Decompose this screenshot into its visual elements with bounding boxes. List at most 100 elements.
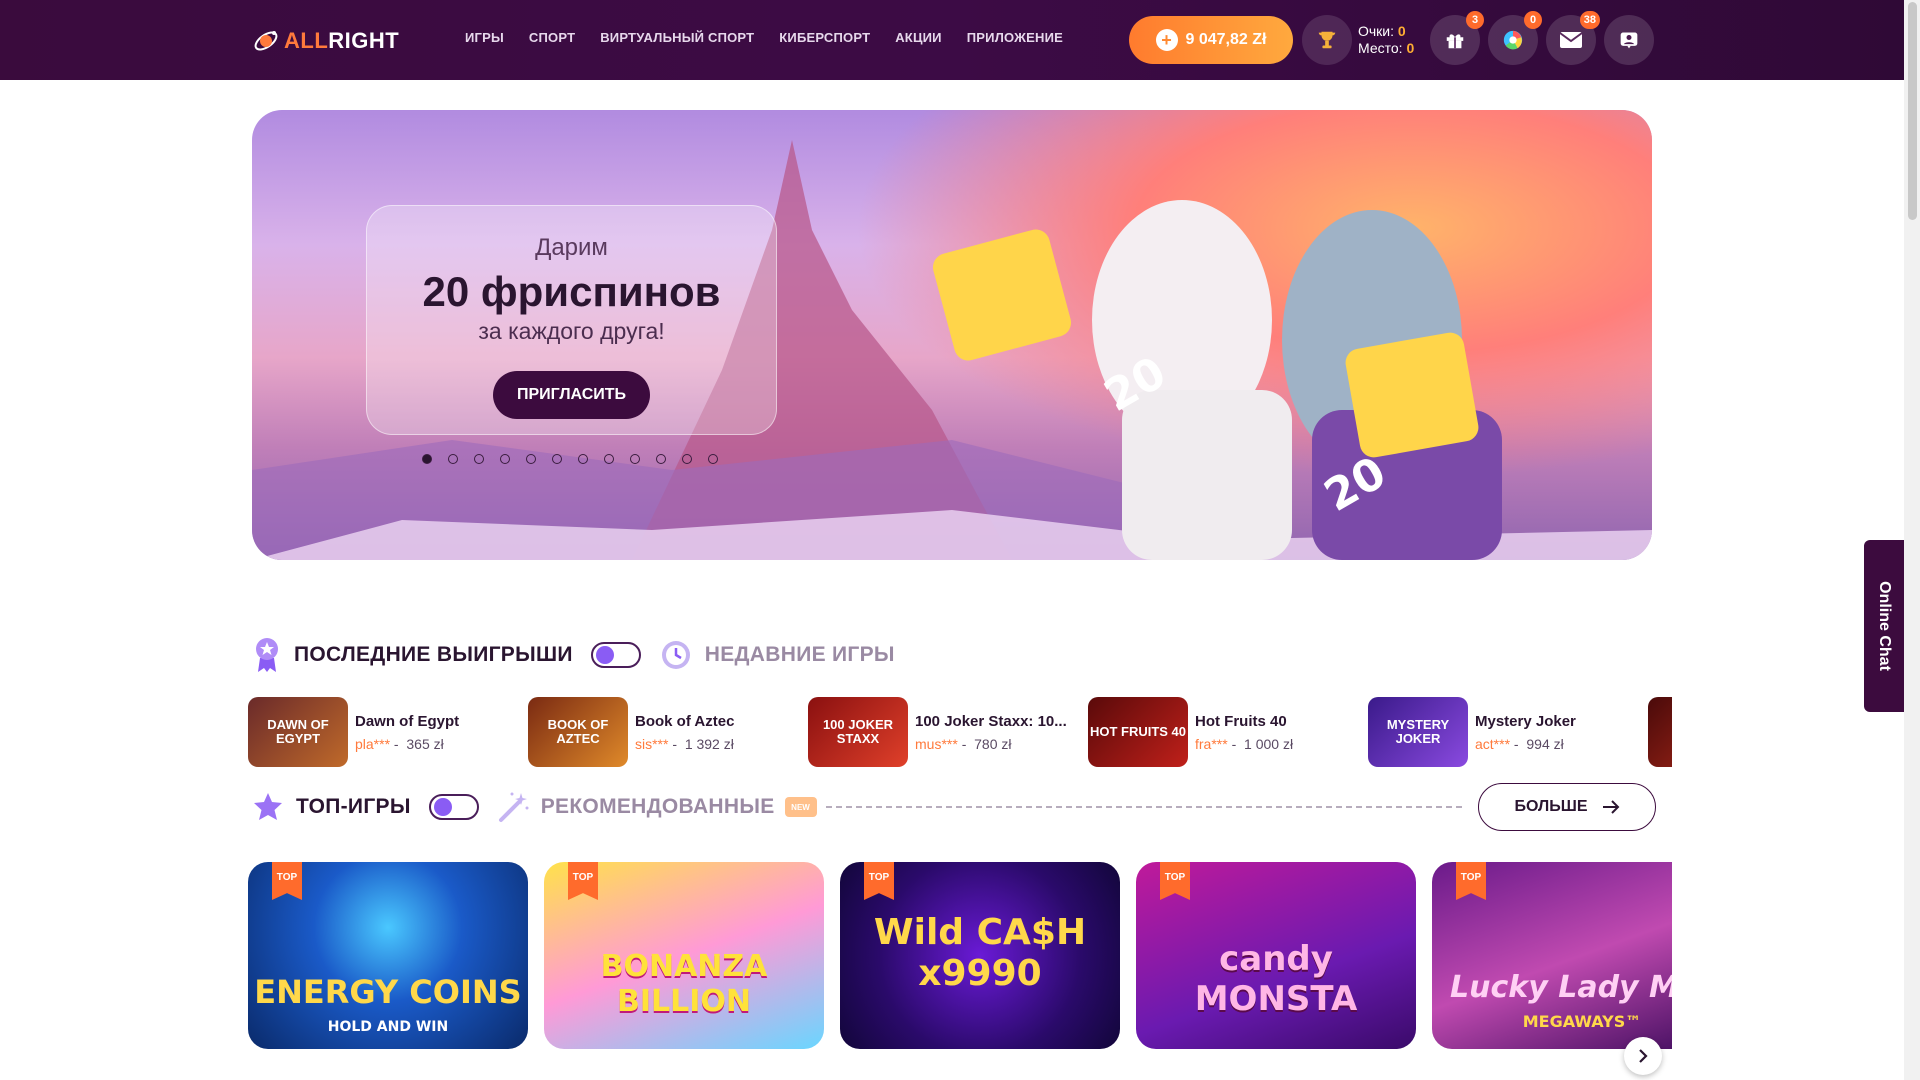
more-button[interactable]: БОЛЬШЕ [1478, 783, 1656, 831]
win-separator: - [1231, 735, 1237, 752]
win-amount: 1 000 zł [1244, 735, 1294, 752]
slide-dot-3[interactable] [474, 454, 484, 464]
slide-dot-4[interactable] [500, 454, 510, 464]
top-games-carousel: TOP ENERGY COINS HOLD AND WIN TOP BONANZ… [248, 862, 1672, 1052]
gifts-button[interactable]: 3 [1430, 11, 1484, 65]
top-games-title[interactable]: ТОП-ИГРЫ [296, 795, 411, 819]
promo-line-3: за каждого друга! [478, 318, 665, 344]
wheel-button[interactable]: 0 [1488, 11, 1542, 65]
recent-games-title[interactable]: НЕДАВНИЕ ИГРЫ [705, 643, 895, 667]
game-thumbnail[interactable]: BOOK OF AZTEC [528, 697, 628, 767]
win-item[interactable]: BOOK OF AZTEC Book of Aztec sis*** - 1 3… [528, 697, 734, 767]
top-tag: TOP [272, 862, 302, 900]
main-nav: ИГРЫ СПОРТ ВИРТУАЛЬНЫЙ СПОРТ КИБЕРСПОРТ … [465, 30, 1063, 45]
slide-dot-2[interactable] [448, 454, 458, 464]
medal-icon [256, 638, 278, 672]
game-card[interactable]: TOP ENERGY COINS HOLD AND WIN [248, 862, 528, 1049]
game-subtitle: MEGAWAYS™ [1522, 1012, 1642, 1031]
win-item[interactable]: DAWN OF EGYPT Dawn of Egypt pla*** - 365… [248, 697, 459, 767]
top-tag: TOP [568, 862, 598, 900]
page-scrollbar[interactable] [1904, 0, 1920, 1080]
win-user: mus*** [915, 735, 958, 752]
win-user: pla*** [355, 735, 391, 752]
gift-icon [1446, 34, 1464, 49]
top-games-toggle[interactable] [428, 794, 479, 820]
slide-dot-5[interactable] [526, 454, 536, 464]
win-separator: - [672, 735, 678, 752]
slide-dot-10[interactable] [656, 454, 666, 464]
game-thumbnail[interactable]: MYSTERY JOKER [1368, 697, 1468, 767]
game-card[interactable]: TOP BONANZA BILLION [544, 862, 824, 1049]
top-tag: TOP [1456, 862, 1486, 900]
win-item[interactable]: HOT FRUITS 40 Hot Fruits 40 fra*** - 1 0… [1088, 697, 1293, 767]
nav-esport[interactable]: КИБЕРСПОРТ [779, 30, 870, 45]
fortune-wheel-icon [1503, 30, 1523, 50]
win-separator: - [393, 735, 399, 752]
game-subtitle: HOLD AND WIN [327, 1019, 449, 1035]
win-game-name[interactable]: Dawn of Egypt [355, 713, 459, 730]
game-thumbnail[interactable]: HOT FRUITS 40 [1088, 697, 1188, 767]
banner-pagination [422, 454, 718, 464]
slide-dot-7[interactable] [578, 454, 588, 464]
win-game-name[interactable]: 100 Joker Staxx: 10... [915, 713, 1067, 730]
carousel-next-button[interactable] [1624, 1037, 1662, 1075]
magic-wand-icon [498, 792, 529, 822]
star-icon [254, 793, 282, 820]
site-logo[interactable]: ALLRIGHT [252, 26, 399, 56]
nav-games[interactable]: ИГРЫ [465, 30, 504, 45]
win-game-name[interactable]: Mystery Joker [1475, 713, 1576, 730]
win-game-name[interactable]: Book of Aztec [635, 713, 734, 730]
win-game-name[interactable]: Hot Fruits 40 [1195, 713, 1293, 730]
nav-promotions[interactable]: АКЦИИ [895, 30, 942, 45]
last-wins-title[interactable]: ПОСЛЕДНИЕ ВЫИГРЫШИ [294, 643, 573, 667]
game-thumbnail[interactable]: 100 JOKER STAXX [808, 697, 908, 767]
game-card[interactable]: TOP Lucky Lady Mo MEGAWAYS™ [1432, 862, 1672, 1049]
section-divider [826, 806, 1462, 808]
last-wins-list: DAWN OF EGYPT Dawn of Egypt pla*** - 365… [248, 697, 1672, 769]
points-value: 0 [1397, 23, 1406, 39]
envelope-icon [1559, 32, 1583, 48]
wins-toggle[interactable] [590, 642, 641, 668]
logo-text-rest: RIGHT [328, 28, 400, 53]
balance-deposit-button[interactable]: + 9 047,82 Zł [1129, 16, 1293, 64]
win-item[interactable]: MYSTERY JOKER Mystery Joker act*** - 994… [1368, 697, 1576, 767]
slide-dot-11[interactable] [682, 454, 692, 464]
online-chat-tab[interactable]: Online Chat [1864, 540, 1904, 712]
game-card[interactable]: TOP candy MONSTA [1136, 862, 1416, 1049]
slide-dot-6[interactable] [552, 454, 562, 464]
recommended-title[interactable]: РЕКОМЕНДОВАННЫЕ [541, 795, 775, 819]
win-item[interactable]: 100 JOKER STAXX 100 Joker Staxx: 10... m… [808, 697, 1067, 767]
place-label: Место: [1358, 40, 1403, 56]
user-icon [1620, 32, 1638, 49]
scrollbar-thumb[interactable] [1908, 2, 1917, 220]
nav-sport[interactable]: СПОРТ [529, 30, 575, 45]
slide-dot-9[interactable] [630, 454, 640, 464]
game-thumbnail-partial[interactable] [1648, 697, 1672, 767]
slide-dot-12[interactable] [708, 454, 718, 464]
slide-dot-1[interactable] [422, 454, 432, 464]
slide-dot-8[interactable] [604, 454, 614, 464]
score-panel: Очки: 0 Место: 0 [1358, 23, 1414, 57]
win-separator: - [1513, 735, 1519, 752]
wins-section-header: ПОСЛЕДНИЕ ВЫИГРЫШИ НЕДАВНИЕ ИГРЫ [252, 636, 895, 674]
tournament-button[interactable] [1302, 15, 1352, 65]
clock-icon [661, 641, 690, 669]
nav-virtual-sport[interactable]: ВИРТУАЛЬНЫЙ СПОРТ [600, 30, 754, 45]
profile-button[interactable] [1604, 15, 1654, 65]
invite-button[interactable]: ПРИГЛАСИТЬ [493, 371, 650, 419]
trophy-icon [1318, 31, 1336, 49]
win-amount: 1 392 zł [684, 735, 734, 752]
logo-icon [254, 31, 278, 51]
game-card[interactable]: TOP Wild CA$H x9990 [840, 862, 1120, 1049]
balance-amount: 9 047,82 Zł [1185, 31, 1267, 48]
toggle-knob [595, 646, 614, 664]
online-chat-label: Online Chat [1876, 581, 1893, 671]
game-thumbnail[interactable]: DAWN OF EGYPT [248, 697, 348, 767]
toggle-knob [433, 798, 452, 816]
nav-app[interactable]: ПРИЛОЖЕНИЕ [967, 30, 1063, 45]
win-item-partial[interactable] [1648, 697, 1672, 767]
win-separator: - [961, 735, 967, 752]
messages-button[interactable]: 38 [1546, 11, 1600, 65]
win-user: fra*** [1195, 735, 1228, 752]
promo-banner[interactable]: 20 20 Дарим 20 фриспинов за каждого друг… [252, 110, 1652, 560]
